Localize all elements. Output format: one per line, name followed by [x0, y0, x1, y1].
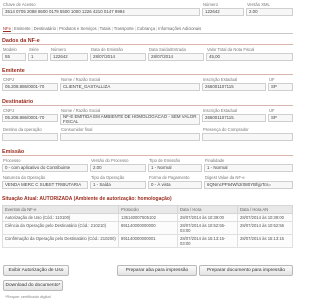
dest-nome-label: Nome / Razão Social [61, 108, 101, 113]
forma-pagamento-field: 0 - À vista [148, 181, 202, 189]
tab-totais[interactable]: Totais [99, 25, 112, 33]
numero-field: 122642 [202, 8, 244, 16]
emitente-nome-label: Nome / Razão Social [61, 77, 101, 82]
chave-acesso-field: 3514 0705 2088 8600 0179 5500 1000 1226 … [2, 8, 200, 16]
presenca-comprador-label: Presença do Comprador [203, 127, 249, 132]
numero-nfe-label: Número [51, 47, 66, 52]
emitente-cnpj-field: 05.208.886/0001-70 [2, 83, 58, 91]
versao-xml-field: 2.00 [246, 8, 293, 16]
dest-nome-field: NF-E EMITIDA EM AMBIENTE DE HOMOLOGACAO … [60, 114, 200, 125]
consumidor-final-label: Consumidor final [61, 127, 93, 132]
modelo-label: Modelo [3, 47, 17, 52]
valor-total-field: 45,00 [206, 53, 293, 61]
destino-operacao-field [2, 133, 58, 141]
preparar-aba-impressao-button[interactable]: Preparar aba para impressão [117, 265, 197, 276]
col-header-eventos: Eventos da NF-e [2, 205, 119, 214]
col-header-data-hora: Data / Hora [177, 205, 238, 214]
finalidade-field: 1 - Normal [204, 164, 293, 172]
emitente-title: Emitente [2, 68, 293, 75]
table-row[interactable]: Ciência da Operação pelo Destinatário (C… [2, 221, 293, 235]
situacao-atual-text: Situação Atual: AUTORIZADA (Ambiente de … [2, 196, 172, 202]
finalidade-label: Finalidade [205, 158, 225, 163]
data-hora-an-cell: 28/07/2014 às 10:39:00 [237, 213, 293, 222]
processo-field: 0 - com aplicativo do Contribuinte [2, 164, 88, 172]
consumidor-final-field [60, 133, 200, 141]
evento-cell[interactable]: Ciência da Operação pelo Destinatário (C… [2, 221, 119, 235]
table-row[interactable]: Autorização de Uso (Cód.: 110100) 135140… [2, 213, 293, 222]
dest-uf-field: SP [268, 114, 293, 122]
evento-cell[interactable]: Confirmação da Operação pelo Destinatári… [2, 234, 119, 248]
tab-destinatario[interactable]: Destinatário [33, 25, 57, 33]
dest-ie-label: Inscrição Estadual [203, 108, 238, 113]
tab-bar: NFe | Emitente | Destinatário | Produtos e … [2, 25, 293, 34]
tab-emitente[interactable]: Emitente [13, 25, 32, 33]
download-documento-button[interactable]: Download do documento* [3, 280, 63, 291]
dest-cnpj-field: 05.208.886/0001-70 [2, 114, 58, 122]
preparar-documento-impressao-button[interactable]: Preparar documento para impressão [199, 265, 293, 276]
evento-cell[interactable]: Autorização de Uso (Cód.: 110100) [2, 213, 119, 222]
data-hora-an-cell: 28/07/2014 às 10:52:56 [237, 221, 293, 235]
numero-nfe-field: 122642 [50, 53, 88, 61]
certificado-footnote: *Requer certificado digital [5, 294, 51, 299]
dest-ie-field: 266001107115 [202, 114, 266, 122]
protocolo-cell: 891140000000000 [118, 221, 178, 235]
valor-total-label: Valor Total da Nota Fiscal [207, 47, 255, 52]
data-emissao-field: 28/07/2014 [90, 53, 146, 61]
data-hora-cell: 28/07/2014 às 10:52:55-03:00 [177, 221, 238, 235]
destino-operacao-label: Destino da operação [3, 127, 42, 132]
tab-info-adicionais[interactable]: Informações Adicionais [157, 25, 202, 33]
emissao-title: Emissão [2, 149, 293, 156]
numero-label: Número [203, 2, 218, 7]
processo-label: Processo [3, 158, 21, 163]
serie-label: Série [29, 47, 39, 52]
versao-processo-label: Versão do Processo [91, 158, 129, 163]
serie-field: 1 [28, 53, 48, 61]
dados-nfe-title: Dados da NF-e [2, 38, 293, 45]
tipo-operacao-field: 1 - Saída [90, 181, 146, 189]
exibir-autorizacao-button[interactable]: Exibir Autorização de Uso [3, 265, 69, 276]
table-header-row: Eventos da NF-e Protocolo Data / Hora Da… [2, 205, 293, 214]
emitente-uf-field: SP [268, 83, 293, 91]
tab-transporte[interactable]: Transporte [113, 25, 135, 33]
data-hora-cell: 28/07/2014 às 10:39:00 [177, 213, 238, 222]
digest-value-field: 6QNmcPF94Wh2r080YBhjpTcs= [204, 181, 293, 189]
protocolo-cell: 891140000000001 [118, 234, 178, 248]
emitente-cnpj-label: CNPJ [3, 77, 14, 82]
presenca-comprador-field [202, 133, 293, 141]
data-hora-an-cell: 28/07/2014 às 15:13:15 [237, 234, 293, 248]
data-hora-cell: 28/07/2014 às 15:13:15-03:00 [177, 234, 238, 248]
versao-processo-field: 2.00 [90, 164, 146, 172]
tipo-operacao-label: Tipo da Operação [91, 175, 125, 180]
emitente-ie-label: Inscrição Estadual [203, 77, 238, 82]
data-saida-field: 28/07/2014 [148, 53, 204, 61]
destinatario-title: Destinatário [2, 99, 293, 106]
col-header-protocolo: Protocolo [118, 205, 178, 214]
digest-value-label: Digest Value da NF-e [205, 175, 245, 180]
tab-produtos[interactable]: Produtos e Serviços [58, 25, 97, 33]
tab-nfe[interactable]: NFe [2, 25, 12, 33]
tab-cobranca[interactable]: Cobrança [136, 25, 156, 33]
versao-xml-label: Versão XML [247, 2, 270, 7]
forma-pagamento-label: Forma de Pagamento [149, 175, 190, 180]
dest-cnpj-label: CNPJ [3, 108, 14, 113]
natureza-operacao-field: VENDA MERC C SUBST TRIBUTARIA [2, 181, 88, 189]
dest-uf-label: UF [269, 108, 275, 113]
tipo-emissao-label: Tipo de Emissão [149, 158, 181, 163]
tipo-emissao-field: 1 - Normal [148, 164, 202, 172]
emitente-nome-field: CLIENTE_GASTALLIZA [60, 83, 200, 91]
natureza-operacao-label: Natureza da Operação [3, 175, 46, 180]
data-saida-label: Data Saída/Entrada [149, 47, 186, 52]
chave-acesso-label: Chave de Acesso [3, 2, 36, 7]
col-header-data-hora-an: Data / Hora AN [237, 205, 293, 214]
emitente-ie-field: 266001107115 [202, 83, 266, 91]
modelo-field: 55 [2, 53, 26, 61]
eventos-table: Eventos da NF-e Protocolo Data / Hora Da… [2, 205, 293, 248]
table-row[interactable]: Confirmação da Operação pelo Destinatári… [2, 234, 293, 248]
data-emissao-label: Data de Emissão [91, 47, 123, 52]
emitente-uf-label: UF [269, 77, 275, 82]
protocolo-cell: 135140007505102 [118, 213, 178, 222]
